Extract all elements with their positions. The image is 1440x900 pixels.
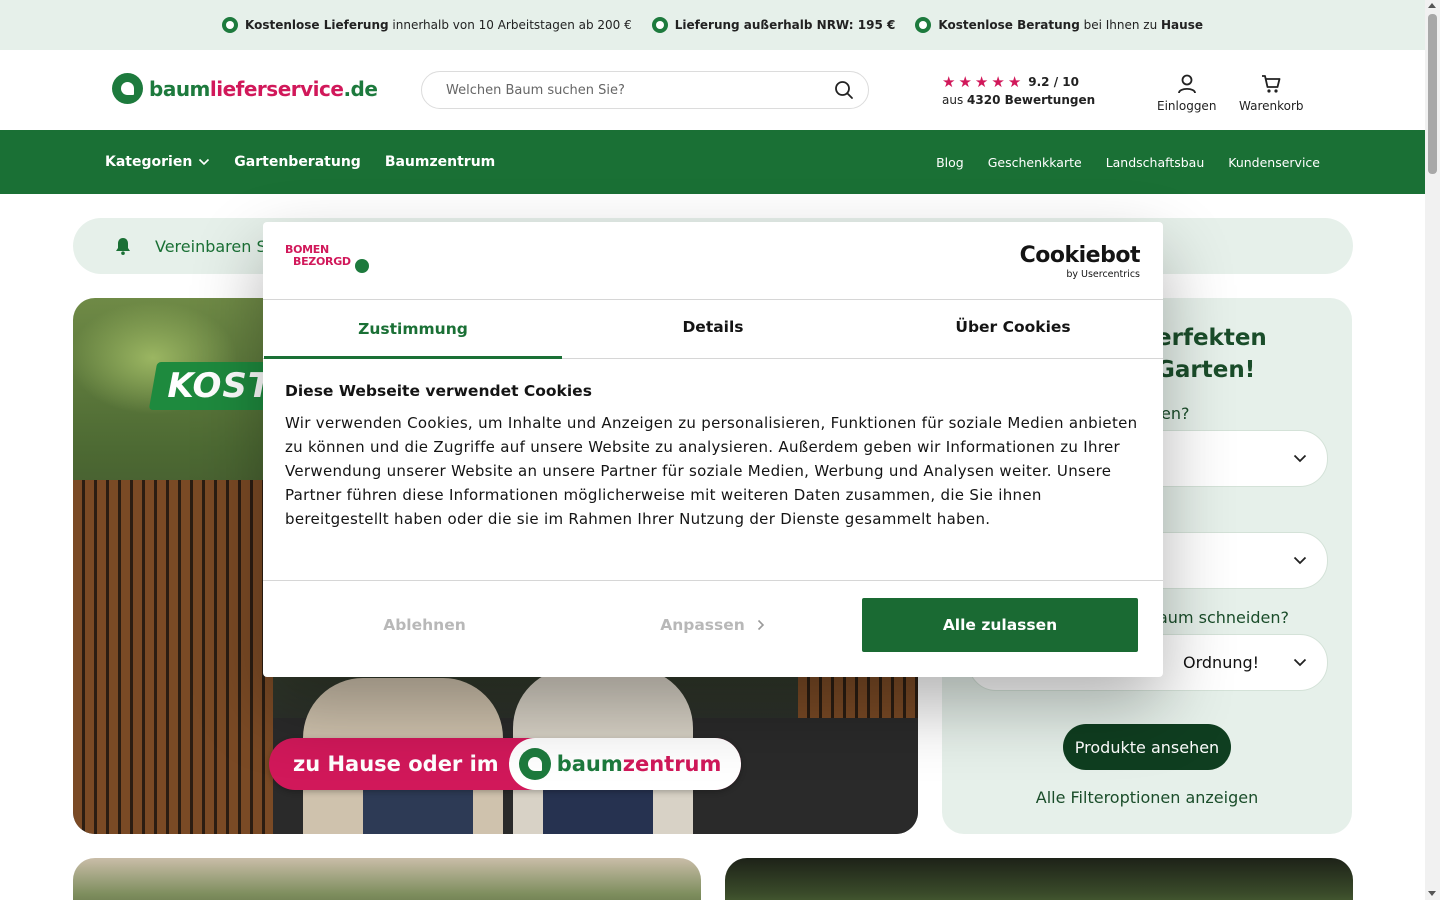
view-products-button[interactable]: Produkte ansehen xyxy=(1063,724,1231,770)
bell-icon xyxy=(116,238,130,255)
review-count: aus 4320 Bewertungen xyxy=(942,93,1096,107)
scrollbar-thumb[interactable] xyxy=(1428,14,1437,174)
usp-delivery-outside: Lieferung außerhalb NRW: 195 € xyxy=(651,17,896,33)
usp-text: innerhalb von 10 Arbeitstagen ab 200 € xyxy=(388,18,632,32)
star-icon: ★ xyxy=(942,73,956,91)
brand-leaf-icon xyxy=(222,17,239,33)
hero-pill: zu Hause oder im baumzentrum xyxy=(269,738,742,790)
customize-label: Anpassen xyxy=(660,616,745,634)
category-card[interactable] xyxy=(73,858,701,900)
review-rating[interactable]: ★ ★ ★ ★ ★ 9.2 / 10 aus 4320 Bewertungen xyxy=(942,73,1095,107)
cart-button[interactable]: Warenkorb xyxy=(1239,73,1304,113)
consent-body: Diese Webseite verwendet Cookies Wir ver… xyxy=(285,382,1145,531)
tab-details[interactable]: Details xyxy=(563,301,863,358)
consent-tabs: Zustimmung Details Über Cookies xyxy=(263,301,1163,359)
nav-item-kundenservice[interactable]: Kundenservice xyxy=(1228,155,1320,170)
cart-icon xyxy=(1262,75,1281,93)
decline-button[interactable]: Ablehnen xyxy=(287,598,562,652)
tab-ueber-cookies[interactable]: Über Cookies xyxy=(863,301,1163,358)
consent-heading: Diese Webseite verwendet Cookies xyxy=(285,382,592,400)
usp-text-bold: Hause xyxy=(1161,18,1203,32)
dialog-header: BOMEN BEZORGD Cookiebot by Usercentrics xyxy=(263,222,1163,300)
half-star-icon: ★ xyxy=(1007,73,1022,91)
baumzentrum-logo: baumzentrum xyxy=(508,738,742,790)
tab-zustimmung[interactable]: Zustimmung xyxy=(263,301,563,359)
star-icon: ★ xyxy=(974,73,989,91)
usp-text-bold: Lieferung außerhalb NRW: 195 € xyxy=(674,18,896,32)
question-label: en? xyxy=(1161,404,1190,423)
usp-bar: Kostenlose Lieferung innerhalb von 10 Ar… xyxy=(0,0,1425,50)
scroll-down-icon[interactable] xyxy=(1428,891,1436,896)
chevron-down-icon xyxy=(199,158,210,166)
brand-leaf-icon xyxy=(518,748,551,780)
brand-wordmark: baumlieferservice.de xyxy=(149,76,378,101)
all-filters-link[interactable]: Alle Filteroptionen anzeigen xyxy=(942,788,1352,807)
usp-text: bei Ihnen zu xyxy=(1079,18,1162,32)
customize-button[interactable]: Anpassen xyxy=(575,598,850,652)
site-logo[interactable]: baumlieferservice.de xyxy=(112,73,378,104)
page-scrollbar[interactable] xyxy=(1425,0,1440,900)
chevron-down-icon xyxy=(1293,454,1307,463)
search-box xyxy=(421,71,869,109)
cart-label: Warenkorb xyxy=(1239,99,1304,113)
login-label: Einloggen xyxy=(1157,99,1217,113)
nav-item-landschaftsbau[interactable]: Landschaftsbau xyxy=(1106,155,1205,170)
main-navigation: Kategorien Gartenberatung Baumzentrum Bl… xyxy=(0,130,1425,194)
question-label: aum schneiden? xyxy=(1158,608,1289,627)
panel-title: erfekten Garten! xyxy=(1156,325,1267,383)
nav-item-geschenkkarte[interactable]: Geschenkkarte xyxy=(988,155,1082,170)
search-icon[interactable] xyxy=(834,80,854,100)
usp-free-delivery: Kostenlose Lieferung innerhalb von 10 Ar… xyxy=(222,17,632,33)
cookiebot-logo[interactable]: Cookiebot by Usercentrics xyxy=(1020,245,1141,281)
brand-leaf-icon xyxy=(651,17,668,33)
hero-pill-text: zu Hause oder im xyxy=(293,752,499,776)
nav-label: Kategorien xyxy=(105,154,193,170)
nav-item-gartenberatung[interactable]: Gartenberatung xyxy=(234,154,361,170)
brand-leaf-icon xyxy=(915,17,932,33)
chevron-down-icon xyxy=(1293,556,1307,565)
search-input[interactable] xyxy=(446,82,834,98)
brand-leaf-icon xyxy=(112,73,143,104)
user-icon xyxy=(1177,74,1196,94)
scroll-up-icon[interactable] xyxy=(1428,3,1436,8)
bomen-bezorgd-logo: BOMEN BEZORGD xyxy=(285,244,375,278)
login-button[interactable]: Einloggen xyxy=(1157,73,1216,113)
star-rating: ★ ★ ★ ★ ★ 9.2 / 10 xyxy=(942,73,1095,91)
chevron-right-icon xyxy=(757,619,764,631)
star-icon: ★ xyxy=(958,73,972,91)
chevron-down-icon xyxy=(1293,658,1307,667)
rating-score: 9.2 / 10 xyxy=(1028,75,1079,89)
nav-item-blog[interactable]: Blog xyxy=(936,155,964,170)
consent-actions: Ablehnen Anpassen Alle zulassen xyxy=(263,580,1163,677)
nav-item-baumzentrum[interactable]: Baumzentrum xyxy=(385,154,495,170)
fence-graphic xyxy=(73,480,273,834)
consent-text: Wir verwenden Cookies, um Inhalte und An… xyxy=(285,414,1138,528)
star-icon: ★ xyxy=(991,73,1005,91)
brand-leaf-icon xyxy=(355,259,369,273)
notice-text: Vereinbaren Si xyxy=(155,236,272,256)
cookie-consent-dialog: BOMEN BEZORGD Cookiebot by Usercentrics … xyxy=(263,222,1163,677)
usp-text-bold: Kostenlose Lieferung xyxy=(245,18,389,32)
accept-all-button[interactable]: Alle zulassen xyxy=(862,598,1138,652)
category-card[interactable] xyxy=(725,858,1353,900)
site-header: baumlieferservice.de ★ ★ ★ ★ ★ 9.2 / 10 … xyxy=(0,50,1425,130)
usp-text-bold: Kostenlose Beratung xyxy=(938,18,1080,32)
usp-free-consultation: Kostenlose Beratung bei Ihnen zu Hause xyxy=(915,17,1203,33)
nav-item-kategorien[interactable]: Kategorien xyxy=(105,154,210,170)
